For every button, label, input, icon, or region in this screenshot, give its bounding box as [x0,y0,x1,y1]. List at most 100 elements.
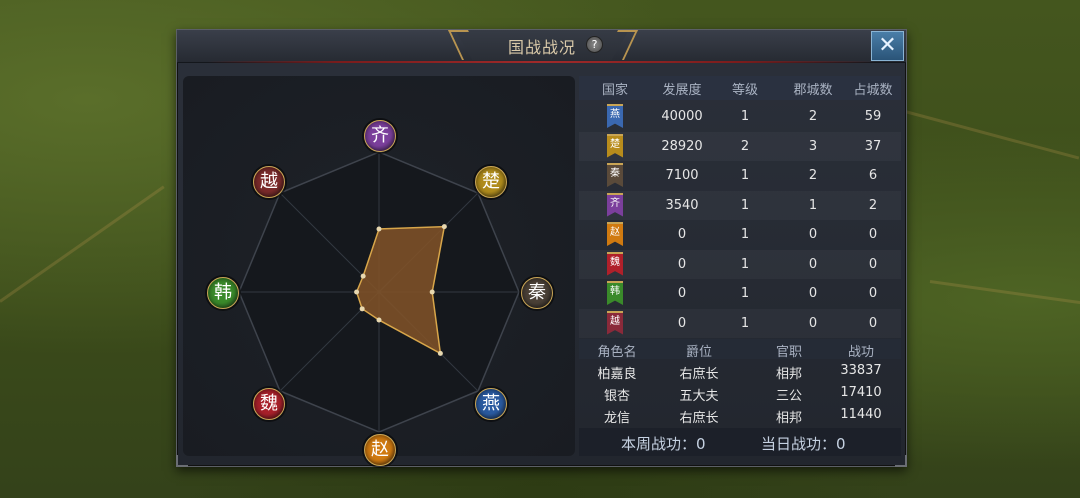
ranking-row: 龙信 右庶长 相邦 11440 [579,405,901,427]
commanderies-value: 1 [808,197,818,213]
role-title: 右庶长 [679,367,719,382]
country-row: 齐 3540 1 1 2 [579,191,901,220]
commanderies-value: 0 [808,315,818,331]
merit-footer: 本周战功：0 当日战功：0 [579,428,901,456]
role-office: 相邦 [775,367,802,382]
radar-value-point [429,289,435,295]
country-row: 秦 7100 1 2 6 [579,161,901,190]
level-value: 1 [740,168,750,183]
country-row: 越 0 1 0 0 [579,309,901,338]
map-road [929,280,1080,306]
commanderies-value: 0 [808,286,818,301]
header-development: 发展度 [662,83,702,98]
war-status-dialog: 国战战况 ? ✕ 齐楚秦燕赵魏韩越 国家 发展度 等级 郡城数 占城数 燕 400… [176,29,907,467]
occupied-value: 2 [868,197,878,213]
occupied-value: 0 [868,286,878,301]
role-title: 五大夫 [679,389,719,404]
ranking-row: 银杏 五大夫 三公 17410 [579,383,901,405]
country-row: 燕 40000 1 2 59 [579,102,901,131]
level-value: 1 [740,256,750,272]
help-icon[interactable]: ? [586,36,603,53]
radar-value-point [354,289,360,295]
weekly-merit: 本周战功：0 [621,435,706,453]
radar-value-point [376,317,382,323]
radar-axis-node: 楚 [475,165,508,198]
commanderies-value: 3 [808,138,818,154]
role-title: 右庶长 [679,411,719,426]
country-row: 韩 0 1 0 0 [579,279,901,308]
radar-axis-node: 韩 [207,277,239,309]
country-row: 楚 28920 2 3 37 [579,132,901,161]
role-name: 柏嘉良 [597,367,637,382]
radar-axis-node: 越 [252,165,285,198]
daily-merit: 当日战功：0 [761,435,846,453]
country-flag-icon: 秦 [607,163,623,187]
radar-axis-node: 魏 [252,388,285,421]
country-flag-icon: 燕 [607,104,623,128]
header-commanderies: 郡城数 [793,83,833,98]
level-value: 1 [740,109,750,124]
occupied-value: 6 [868,168,878,183]
role-name: 银杏 [603,389,630,404]
level-value: 1 [740,197,750,213]
country-flag-icon: 齐 [607,192,623,217]
level-value: 2 [740,138,750,154]
corner-ornament [176,455,188,467]
country-row: 赵 0 1 0 0 [579,220,901,249]
header-title: 爵位 [685,345,712,360]
occupied-value: 59 [864,109,882,124]
country-flag-icon: 韩 [607,281,623,305]
development-value: 28920 [661,138,703,154]
role-merit: 17410 [840,385,882,400]
commanderies-value: 0 [808,227,818,242]
development-value: 3540 [665,197,699,213]
radar-axis-node: 燕 [475,388,508,421]
country-row: 魏 0 1 0 0 [579,250,901,279]
radar-value-point [441,224,447,230]
role-merit: 33837 [840,363,882,378]
country-flag-icon: 楚 [607,133,623,158]
radar-value-point [437,350,443,356]
title-divider [207,61,876,63]
radar-axis-node: 赵 [364,434,396,466]
level-value: 1 [740,286,750,301]
development-value: 0 [677,286,687,301]
header-occupied: 占城数 [853,83,893,98]
occupied-value: 0 [868,227,878,242]
commanderies-value: 0 [808,256,818,272]
dialog-title: 国战战况 [507,38,576,57]
ranking-header: 角色名 爵位 官职 战功 [579,339,901,360]
development-value: 0 [677,315,687,331]
radar-chart-area: 齐楚秦燕赵 魏 韩 越 [183,76,575,466]
map-road [0,185,165,303]
country-flag-icon: 越 [607,310,623,335]
commanderies-value: 2 [808,168,818,183]
role-name: 龙信 [603,411,630,426]
close-button[interactable]: ✕ [871,31,904,61]
development-value: 40000 [661,109,703,124]
header-office: 官职 [775,345,802,360]
development-value: 0 [677,227,687,242]
country-flag-icon: 魏 [607,251,623,276]
occupied-value: 37 [864,138,882,154]
occupied-value: 0 [868,256,878,272]
development-value: 7100 [665,168,699,183]
ranking-row: 柏嘉良 右庶长 相邦 33837 [579,361,901,383]
radar-axis-node: 秦 [521,277,553,309]
role-merit: 11440 [840,407,882,422]
header-level: 等级 [731,83,758,98]
radar-axis-node: 齐 [364,120,396,152]
dialog-titlebar: 国战战况 ? ✕ [177,30,906,63]
country-table: 国家 发展度 等级 郡城数 占城数 燕 40000 1 2 59 楚 28920 2 3 37 秦 7… [579,76,901,456]
country-table-header: 国家 发展度 等级 郡城数 占城数 [579,76,901,100]
radar-value-point [360,273,366,279]
header-merit: 战功 [847,345,874,360]
country-flag-icon: 赵 [607,222,623,246]
map-road [904,110,1080,160]
commanderies-value: 2 [808,109,818,124]
level-value: 1 [740,227,750,242]
occupied-value: 0 [868,315,878,331]
role-office: 三公 [775,389,802,404]
level-value: 1 [740,315,750,331]
development-value: 0 [677,256,687,272]
